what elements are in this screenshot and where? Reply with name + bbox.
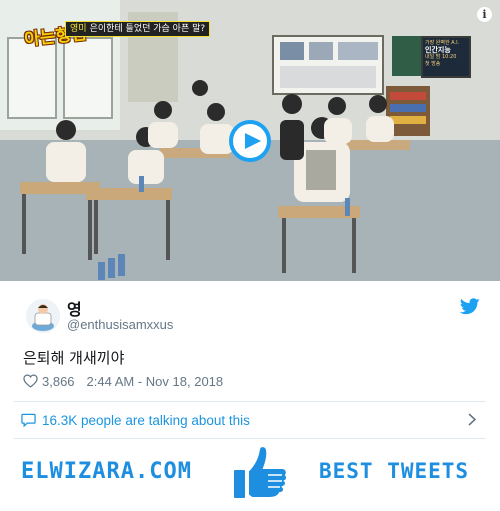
- talking-about-link[interactable]: 16.3K people are talking about this: [14, 402, 486, 438]
- info-icon[interactable]: i: [477, 7, 492, 22]
- video-caption: 영미 은이한테 들었던 가슴 아픈 말?: [65, 21, 211, 37]
- play-icon: [245, 133, 261, 149]
- play-button[interactable]: [229, 120, 271, 162]
- talking-about-text: 16.3K people are talking about this: [42, 412, 250, 428]
- caption-text: 은이한테 들었던 가슴 아픈 말?: [89, 24, 206, 34]
- chevron-right-icon: [468, 413, 476, 426]
- thumbs-up-icon: [232, 445, 289, 500]
- tweet-text: 은퇴해 개새끼야: [23, 349, 125, 367]
- best-tweets-label: BEST TWEETS: [319, 459, 470, 483]
- site-brand[interactable]: ELWIZARA.COM: [21, 459, 192, 484]
- tweet-meta: 3,866 2:44 AM - Nov 18, 2018: [23, 373, 223, 389]
- footer-banner: ELWIZARA.COM BEST TWEETS: [0, 440, 500, 511]
- tv-line3: 첫 방송: [425, 61, 441, 67]
- video-player[interactable]: 아는형님 영미 은이한테 들었던 가슴 아픈 말? 가장 완벽한 A.I. 인간지…: [0, 0, 500, 281]
- divider: [14, 438, 486, 439]
- tv-line2: 내일 밤 10:20: [425, 54, 457, 60]
- avatar-image: [26, 299, 60, 333]
- caption-highlight: 영미: [70, 24, 87, 34]
- user-handle[interactable]: @enthusisamxxus: [67, 317, 173, 332]
- heart-icon[interactable]: [23, 374, 38, 388]
- avatar[interactable]: [26, 299, 60, 333]
- tv-big-text: 인간지능: [425, 46, 451, 54]
- twitter-bird-icon[interactable]: [460, 298, 480, 315]
- tweet-timestamp[interactable]: 2:44 AM - Nov 18, 2018: [87, 374, 224, 389]
- tv-screen: 가장 완벽한 A.I. 인간지능 내일 밤 10:20 첫 방송: [421, 36, 471, 78]
- comment-bubble-icon: [21, 413, 36, 427]
- like-count[interactable]: 3,866: [42, 374, 75, 389]
